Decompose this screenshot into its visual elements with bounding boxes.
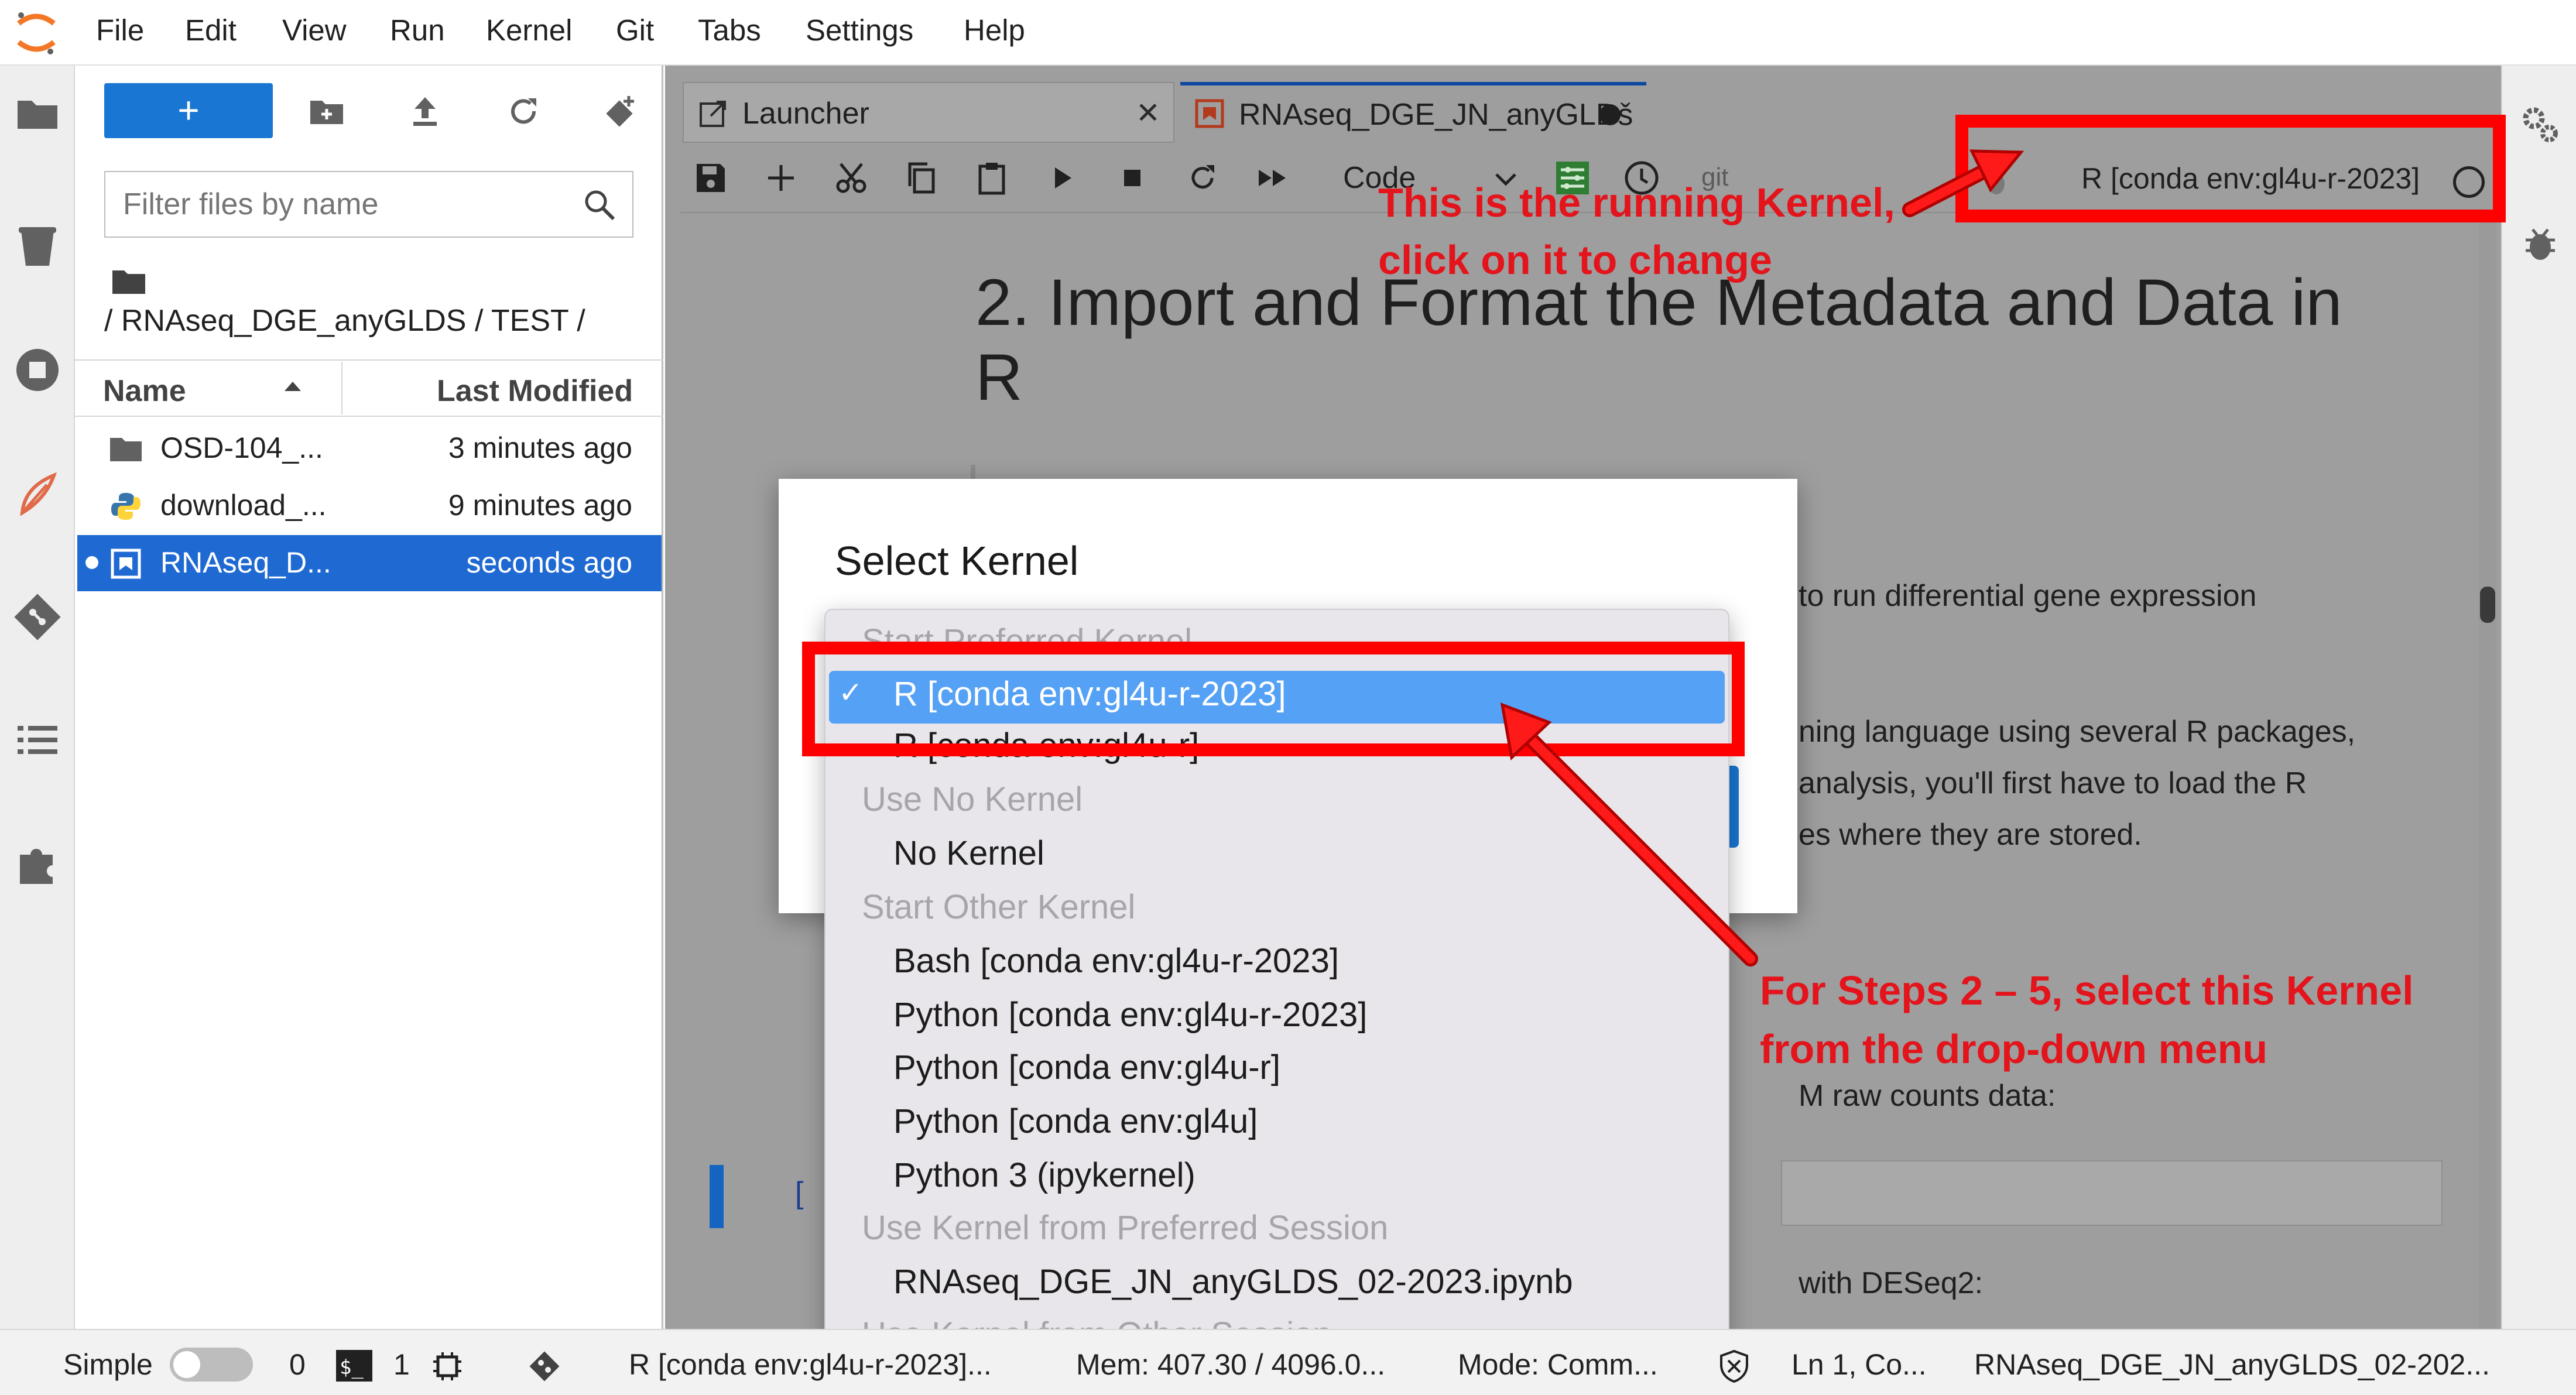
notebook-mode[interactable]: Mode: Comm...	[1458, 1348, 1686, 1382]
terminal-icon[interactable]: $_	[336, 1350, 372, 1382]
kernel-status-text[interactable]: R [conda env:gl4u-r-2023]...	[629, 1348, 1074, 1382]
cpu-icon[interactable]	[431, 1350, 464, 1383]
annotation-arrows	[1500, 149, 2025, 966]
simple-mode-label: Simple	[63, 1348, 153, 1381]
arrow-to-kernel-icon	[1902, 149, 2025, 217]
git-status-icon[interactable]	[527, 1349, 562, 1384]
memory-usage: Mem: 407.30 / 4096.0...	[1076, 1348, 1386, 1381]
toggle-knob	[173, 1351, 200, 1378]
kernel-count: 1	[393, 1348, 410, 1381]
status-bar: Simple 0 $_ 1 R [conda env:gl4u-r-2023].…	[0, 1329, 2576, 1395]
trusted-shield-icon[interactable]	[1717, 1349, 1752, 1384]
simple-mode-toggle[interactable]	[170, 1348, 253, 1382]
arrow-to-selected-kernel-icon	[1500, 702, 1758, 966]
terminal-count: 0	[289, 1348, 306, 1381]
active-filename: RNAseq_DGE_JN_anyGLDS_02-202...	[1974, 1348, 2491, 1381]
cursor-position[interactable]: Ln 1, Co...	[1791, 1348, 1927, 1382]
